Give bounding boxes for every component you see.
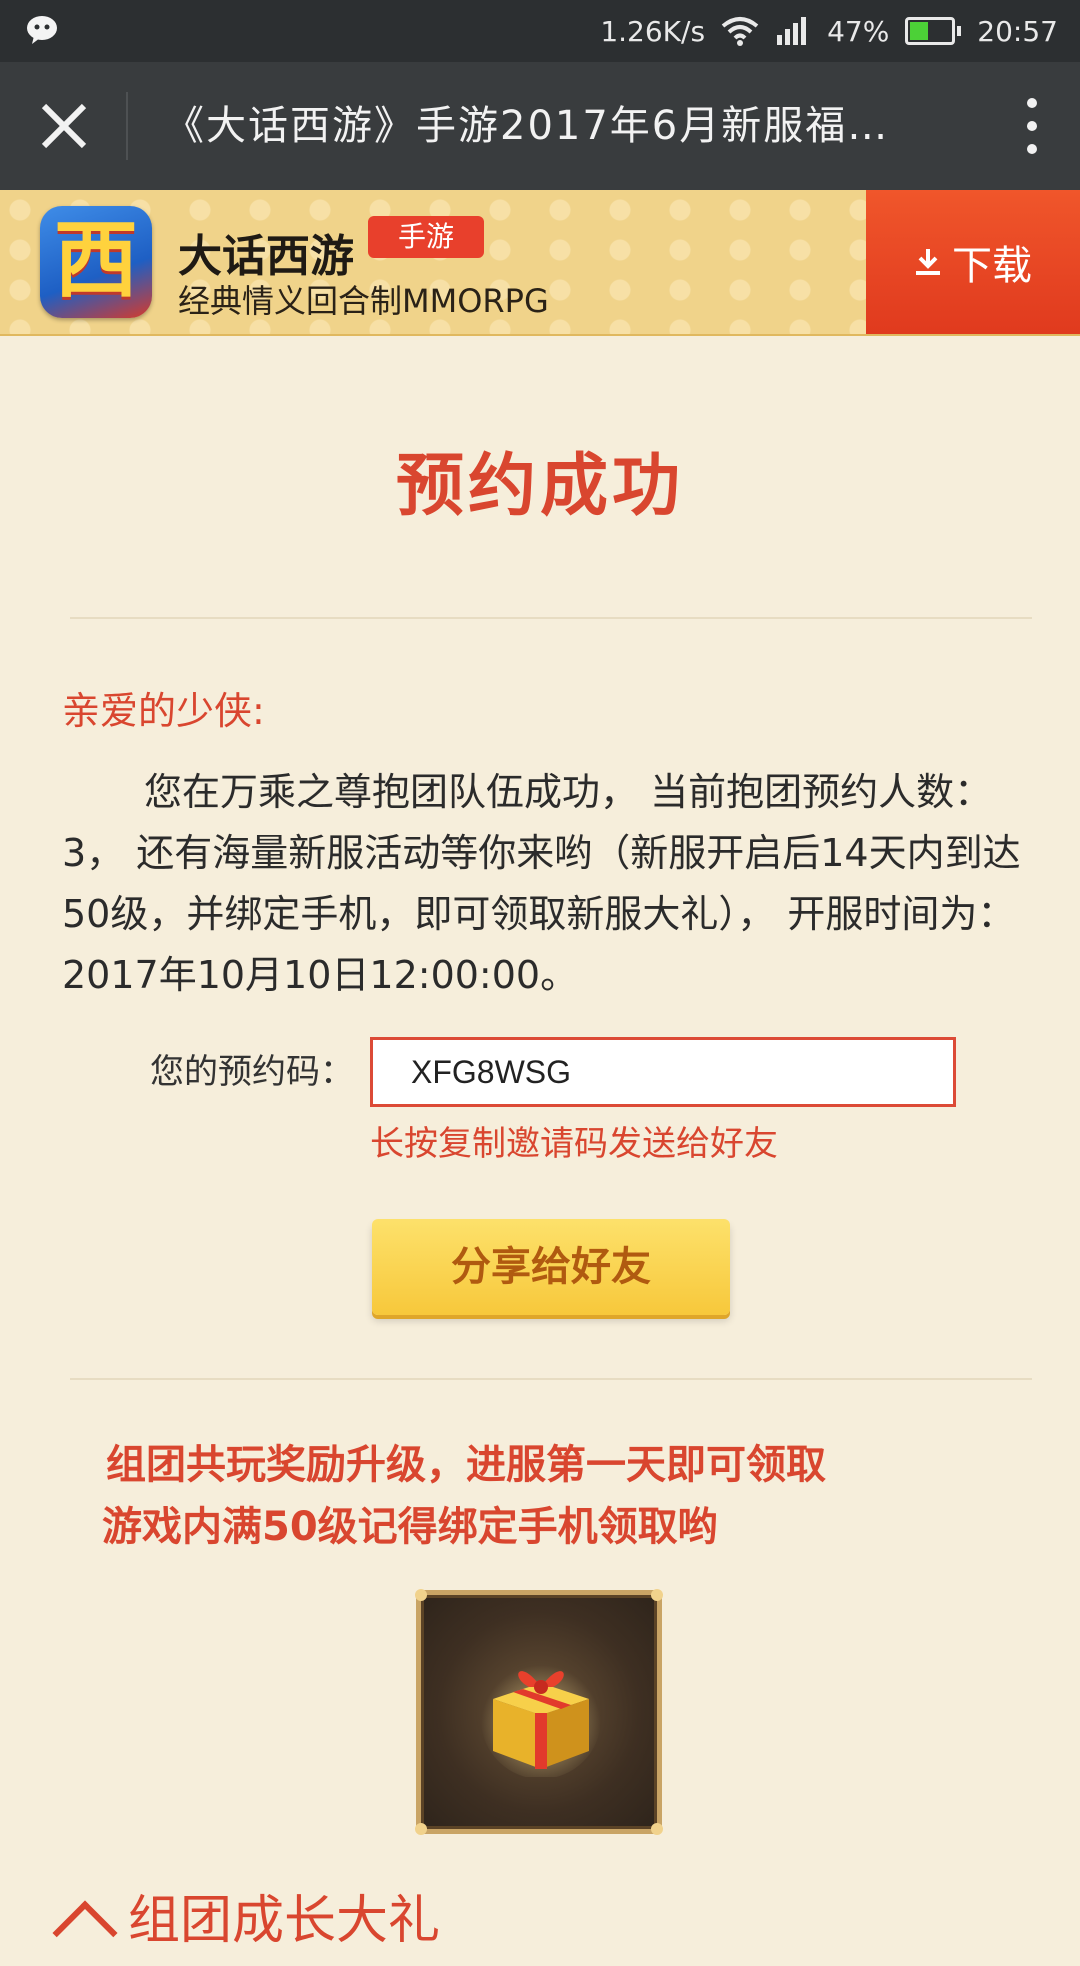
battery-level-fill xyxy=(910,22,929,40)
app-subtitle: 经典情义回合制MMORPG xyxy=(178,282,549,320)
promo-line-1: 组团共玩奖励升级，进服第一天即可领取 xyxy=(106,1442,826,1488)
network-speed: 1.26K/s xyxy=(600,14,706,48)
download-icon xyxy=(916,249,940,275)
wechat-icon xyxy=(27,16,57,44)
close-icon[interactable] xyxy=(32,94,96,158)
battery-icon xyxy=(905,17,962,45)
status-bar: 1.26K/s 47% 20:57 xyxy=(0,0,1080,62)
app-name: 大话西游 xyxy=(178,231,354,282)
promo-text: 组团共玩奖励升级，进服第一天即可领取 游戏内满50级记得绑定手机领取哟 xyxy=(102,1434,1006,1558)
divider xyxy=(70,1378,1032,1380)
reservation-code-field[interactable]: XFG8WSG xyxy=(370,1037,956,1107)
battery-percent: 47% xyxy=(827,14,890,48)
divider xyxy=(70,617,1032,619)
browser-title-bar: 《大话西游》手游2017年6月新服福… xyxy=(0,62,1080,190)
reservation-success-title: 预约成功 xyxy=(395,447,684,526)
app-logo: 西 xyxy=(40,206,152,318)
more-menu-icon[interactable] xyxy=(1024,98,1040,154)
download-button[interactable]: 下载 xyxy=(866,190,1080,334)
reservation-message: 您在万乘之尊抱团队伍成功， 当前抱团预约人数：3， 还有海量新服活动等你来哟（新… xyxy=(62,770,1021,997)
reservation-code-label: 您的预约码： xyxy=(150,1052,354,1092)
section-heading-label: 组团成长大礼 xyxy=(128,1891,441,1951)
clock: 20:57 xyxy=(977,14,1058,48)
download-label: 下载 xyxy=(952,243,1032,289)
promo-line-2: 游戏内满50级记得绑定手机领取哟 xyxy=(102,1504,718,1550)
app-download-banner[interactable]: 西 大话西游 手游 经典情义回合制MMORPG 下载 xyxy=(0,190,1080,336)
greeting: 亲爱的少侠: xyxy=(62,689,265,733)
title-divider xyxy=(126,92,128,160)
page-title: 《大话西游》手游2017年6月新服福… xyxy=(164,103,890,149)
signal-icon xyxy=(777,17,807,45)
chevron-up-icon xyxy=(52,1900,118,1966)
reservation-code-hint: 长按复制邀请码发送给好友 xyxy=(370,1124,778,1164)
app-tag-badge: 手游 xyxy=(368,216,485,258)
wifi-icon xyxy=(721,17,759,46)
gift-box-icon xyxy=(481,1659,601,1777)
app-logo-glyph: 西 xyxy=(53,210,138,309)
section-heading-team-growth: 组团成长大礼 xyxy=(52,1878,441,1966)
share-to-friends-button[interactable]: 分享给好友 xyxy=(372,1219,730,1315)
gift-item-frame[interactable] xyxy=(415,1589,663,1835)
